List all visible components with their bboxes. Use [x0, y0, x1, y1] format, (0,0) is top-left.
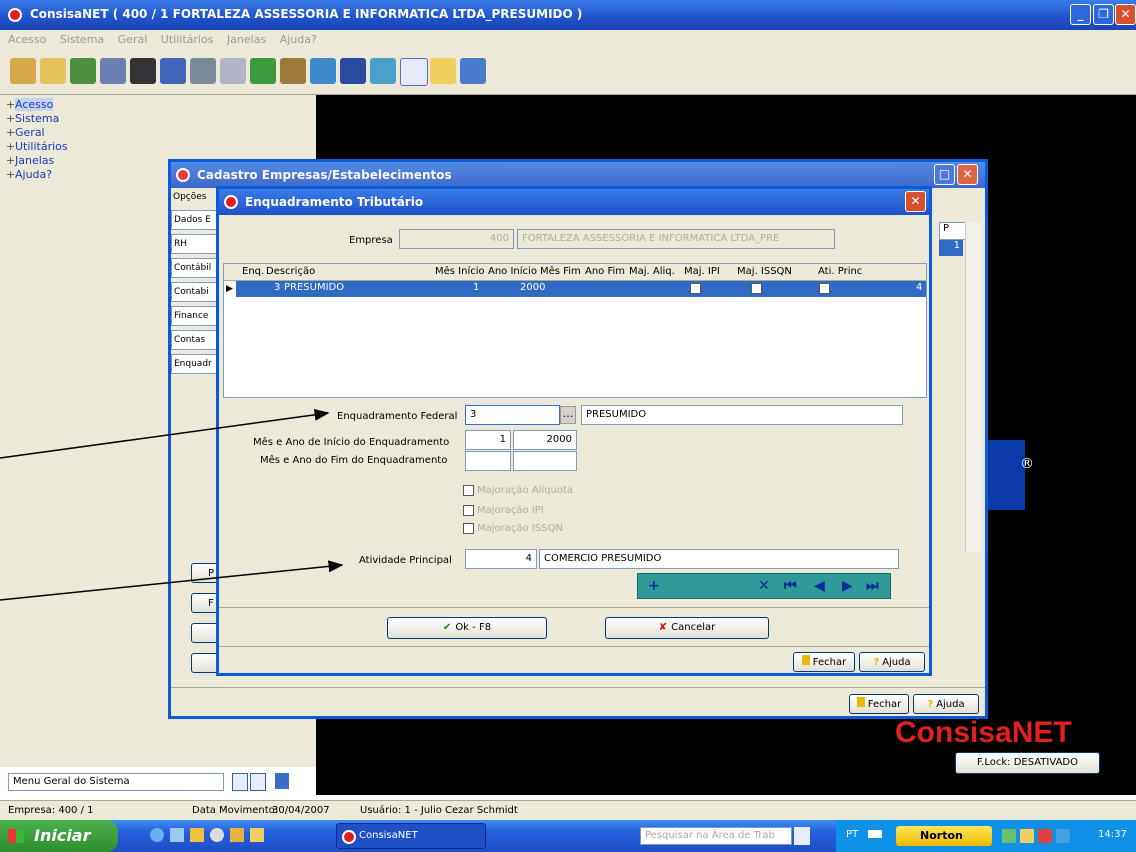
messenger-icon[interactable] [230, 828, 244, 842]
norton-button[interactable]: Norton [896, 826, 992, 846]
taskbar: Iniciar ConsisaNET Pesquisar na Área de … [0, 820, 1136, 852]
taskbar-app-button[interactable]: ConsisaNET [336, 823, 486, 849]
arrow-federal [0, 408, 330, 459]
status-bar: Empresa: 400 / 1 Data Movimento: 30/04/2… [0, 800, 1136, 821]
update-tray-icon[interactable] [1056, 829, 1070, 843]
status-data-value: 30/04/2007 [272, 805, 330, 816]
outlook-icon[interactable] [250, 828, 264, 842]
annotation-arrows [0, 408, 344, 601]
status-empresa: Empresa: 400 / 1 [8, 805, 94, 816]
windows-logo-icon [8, 829, 24, 843]
quick-launch [150, 828, 300, 844]
ie-icon[interactable] [150, 828, 164, 842]
search-icon[interactable] [794, 827, 810, 845]
status-usuario: Usuário: 1 - Julio Cezar Schmidt [360, 805, 518, 816]
desktop-icon[interactable] [170, 828, 184, 842]
status-data-label: Data Movimento: [192, 805, 279, 816]
system-tray: PT Norton 14:37 [836, 820, 1136, 852]
network-tray-icon[interactable] [1002, 829, 1016, 843]
folder-icon[interactable] [190, 828, 204, 842]
antivirus-tray-icon[interactable] [1038, 829, 1052, 843]
language-indicator[interactable]: PT [846, 829, 858, 840]
media-icon[interactable] [210, 828, 224, 842]
clock: 14:37 [1098, 829, 1127, 840]
security-tray-icon[interactable] [1020, 829, 1034, 843]
keyboard-icon[interactable] [868, 830, 882, 838]
desktop-search-field[interactable]: Pesquisar na Área de Trab [640, 827, 792, 845]
arrow-atividade [0, 560, 344, 601]
